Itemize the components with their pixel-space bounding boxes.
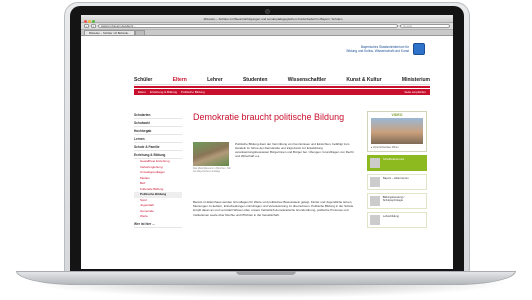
breadcrumb-item[interactable]: Erziehung & Bildung <box>150 90 177 94</box>
service-tile-label: Bildungsberatung / Schulpsychologie <box>382 196 405 202</box>
window-titlebar: Mitreden – Schüler mit Beeinträchtigunge… <box>81 15 453 23</box>
breadcrumb-item[interactable]: Politische Bildung <box>181 90 205 94</box>
camera-icon <box>265 9 270 14</box>
nav-wissenschaftler[interactable]: Wissenschaftler <box>288 77 326 83</box>
sidebar-item-lernen[interactable]: Lernen <box>134 135 182 143</box>
tab-inactive[interactable] <box>135 30 146 35</box>
close-icon[interactable] <box>84 19 87 23</box>
minimize-icon[interactable] <box>88 19 91 23</box>
forward-button[interactable]: › <box>91 24 96 28</box>
image-caption: Das Maximilianeum in München, Sitz des B… <box>193 168 231 173</box>
video-teaser[interactable]: VIDEO ▸ Unterrichtsvideo öffnen <box>367 111 427 152</box>
service-tile-label: Lehrerbildung <box>383 215 399 218</box>
nav-kunst-kultur[interactable]: Kunst & Kultur <box>346 77 381 83</box>
bavarian-crest-icon <box>413 43 425 55</box>
sidebar-item-erziehung-bildung[interactable]: Erziehung & Bildung <box>134 151 182 159</box>
laptop-notch <box>236 271 296 275</box>
sidebar-item-schularten[interactable]: Schularten <box>134 111 182 119</box>
service-tile-label: Bayern – Abitur lernen <box>383 177 409 180</box>
back-button[interactable]: ‹ <box>84 24 89 28</box>
sidebar-footer-link[interactable]: Wer ist hier ... <box>134 220 182 228</box>
main-navigation: Schüler Eltern Lehrer Studenten Wissensc… <box>134 75 430 85</box>
nav-divider <box>134 86 430 88</box>
laptop-screen: Mitreden – Schüler mit Beeinträchtigunge… <box>81 15 453 269</box>
window-title: Mitreden – Schüler mit Beeinträchtigunge… <box>203 16 343 21</box>
sidebar-nav: Schularten Schulwahl Hochbegab Lernen Sc… <box>134 111 182 228</box>
address-bar[interactable]: www.km.bayern.de/eltern/... <box>98 24 398 28</box>
service-tile[interactable]: Bayern – Abitur lernen <box>367 174 427 190</box>
zoom-icon[interactable] <box>92 19 95 23</box>
video-thumbnail[interactable] <box>371 118 423 144</box>
article-lead: Politische Bildung dient der Vermittlung… <box>235 142 357 158</box>
logo-line-2: Bildung und Kultus, Wissenschaft und Kun… <box>346 49 409 53</box>
sidebar-item-schulwahl[interactable]: Schulwahl <box>134 119 182 127</box>
tab-active[interactable]: Mitreden – Schüler mit Behinde... <box>84 30 136 35</box>
counseling-icon <box>370 196 380 206</box>
nav-eltern[interactable]: Eltern <box>173 77 187 83</box>
web-page: Bayerisches Staatsministerium für Bildun… <box>81 37 453 269</box>
sidebar-item-hochbegab[interactable]: Hochbegab <box>134 127 182 135</box>
maximilianeum-image <box>193 142 229 166</box>
abitur-icon <box>370 177 380 187</box>
tab-bar: Mitreden – Schüler mit Behinde... <box>81 30 453 36</box>
page-title: Demokratie braucht politische Bildung <box>193 112 345 122</box>
service-tile[interactable]: Bildungsberatung / Schulpsychologie <box>367 193 427 209</box>
site-logo[interactable]: Bayerisches Staatsministerium für Bildun… <box>346 43 425 55</box>
video-link[interactable]: ▸ Unterrichtsvideo öffnen <box>368 144 426 151</box>
nav-ministerium[interactable]: Ministerium <box>402 77 430 83</box>
browser-toolbar: ‹ › www.km.bayern.de/eltern/... Google <box>81 23 453 30</box>
breadcrumb-item[interactable]: Eltern <box>138 90 146 94</box>
service-tile-label: Schulfinderservice <box>383 158 405 161</box>
search-field[interactable]: Google <box>400 24 450 28</box>
teacher-training-icon <box>370 215 380 225</box>
breadcrumb: Eltern Erziehung & Bildung Politische Bi… <box>134 89 430 95</box>
service-tile[interactable]: Schulfinderservice <box>367 155 427 171</box>
nav-lehrer[interactable]: Lehrer <box>207 77 223 83</box>
article: Demokratie braucht politische Bildung Da… <box>193 112 357 217</box>
nav-studenten[interactable]: Studenten <box>243 77 267 83</box>
recommend-link[interactable]: Seite empfehlen <box>404 90 426 94</box>
sidebar-item-schule-familie[interactable]: Schule & Familie <box>134 143 182 151</box>
laptop-photo: Mitreden – Schüler mit Beeinträchtigunge… <box>0 0 532 300</box>
service-tile[interactable]: Lehrerbildung <box>367 212 427 228</box>
nav-schueler[interactable]: Schüler <box>134 77 152 83</box>
right-column: VIDEO ▸ Unterrichtsvideo öffnen Schulfin… <box>367 111 427 228</box>
article-body: Bereits im Elternhaus werden Grundlagen … <box>193 200 354 217</box>
school-finder-icon <box>370 158 380 168</box>
